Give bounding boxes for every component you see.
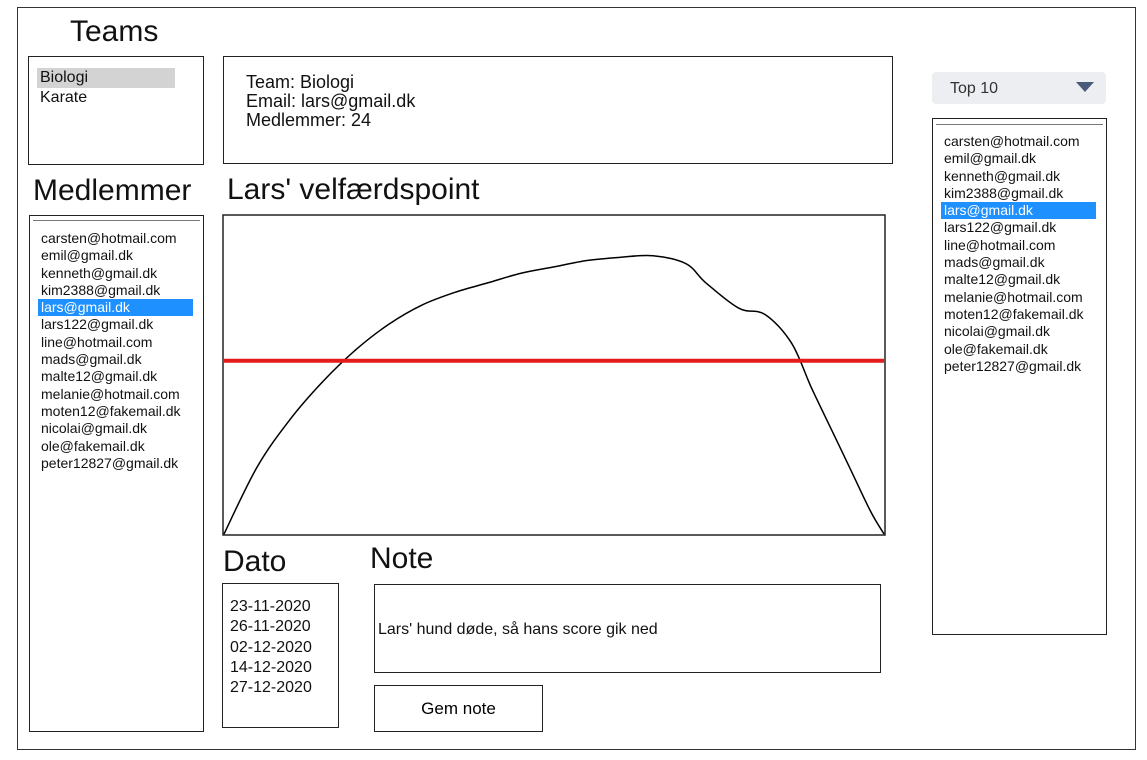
date-list-item[interactable]: 27-12-2020 xyxy=(230,678,338,698)
member-list-item[interactable]: nicolai@gmail.dk xyxy=(38,420,193,437)
member-list-item[interactable]: lars@gmail.dk xyxy=(38,299,193,317)
chart-border xyxy=(222,214,886,536)
top-list-item[interactable]: peter12827@gmail.dk xyxy=(941,358,1096,375)
list-divider xyxy=(936,124,1103,125)
note-textarea[interactable]: Lars' hund døde, så hans score gik ned xyxy=(374,584,881,673)
top-list-item[interactable]: lars@gmail.dk xyxy=(941,202,1096,220)
member-list-item[interactable]: melanie@hotmail.com xyxy=(38,386,193,403)
top-list-item[interactable]: kenneth@gmail.dk xyxy=(941,168,1096,185)
top-list-item[interactable]: emil@gmail.dk xyxy=(941,150,1096,167)
dates-list[interactable]: 23-11-2020 26-11-2020 02-12-2020 14-12-2020… xyxy=(222,583,339,728)
member-list-item[interactable]: carsten@hotmail.com xyxy=(38,230,193,247)
team-item-karate[interactable]: Karate xyxy=(37,88,175,108)
members-list[interactable]: carsten@hotmail.com emil@gmail.dk kenneth@… xyxy=(29,215,204,732)
welfare-chart xyxy=(222,214,886,536)
team-item-biologi[interactable]: Biologi xyxy=(37,68,175,88)
top-list-item[interactable]: melanie@hotmail.com xyxy=(941,289,1096,306)
date-list-item[interactable]: 02-12-2020 xyxy=(230,638,338,658)
top-list-item[interactable]: malte12@gmail.dk xyxy=(941,271,1096,288)
note-text: Lars' hund døde, så hans score gik ned xyxy=(378,621,658,638)
save-note-button[interactable]: Gem note xyxy=(374,685,543,732)
member-list-item[interactable]: mads@gmail.dk xyxy=(38,351,193,368)
teams-heading: Teams xyxy=(70,15,159,48)
top-list-item[interactable]: nicolai@gmail.dk xyxy=(941,323,1096,340)
member-list-item[interactable]: peter12827@gmail.dk xyxy=(38,455,193,472)
member-list-item[interactable]: moten12@fakemail.dk xyxy=(38,403,193,420)
top-list-item[interactable]: line@hotmail.com xyxy=(941,237,1096,254)
dates-heading: Dato xyxy=(223,545,287,578)
member-list-item[interactable]: kenneth@gmail.dk xyxy=(38,265,193,282)
member-list-item[interactable]: malte12@gmail.dk xyxy=(38,368,193,385)
top-list[interactable]: carsten@hotmail.com emil@gmail.dk kenneth@… xyxy=(932,118,1107,635)
team-name-text: Team: Biologi xyxy=(246,72,355,92)
chart-title: Lars' velfærdspoint xyxy=(227,173,480,206)
top-dropdown-value: Top 10 xyxy=(950,80,999,97)
member-list-item[interactable]: lars122@gmail.dk xyxy=(38,316,193,333)
list-divider xyxy=(33,220,200,221)
member-list-item[interactable]: emil@gmail.dk xyxy=(38,247,193,264)
team-members-count: Medlemmer: 24 xyxy=(246,110,372,130)
top-list-item[interactable]: mads@gmail.dk xyxy=(941,254,1096,271)
top-list-item[interactable]: kim2388@gmail.dk xyxy=(941,185,1096,202)
date-list-item[interactable]: 23-11-2020 xyxy=(230,597,338,617)
date-list-item[interactable]: 26-11-2020 xyxy=(230,617,338,637)
top-dropdown[interactable]: Top 10 xyxy=(932,72,1106,104)
date-list-item[interactable]: 14-12-2020 xyxy=(230,658,338,678)
top-list-item[interactable]: moten12@fakemail.dk xyxy=(941,306,1096,323)
member-list-item[interactable]: line@hotmail.com xyxy=(38,334,193,351)
chevron-down-icon xyxy=(1076,82,1094,92)
member-list-item[interactable]: ole@fakemail.dk xyxy=(38,438,193,455)
note-heading: Note xyxy=(370,542,434,575)
top-list-item[interactable]: carsten@hotmail.com xyxy=(941,133,1096,150)
member-list-item[interactable]: kim2388@gmail.dk xyxy=(38,282,193,299)
teams-list[interactable]: Biologi Karate xyxy=(28,56,204,165)
team-email-text: Email: lars@gmail.dk xyxy=(246,91,416,111)
team-info-panel: Team: Biologi Email: lars@gmail.dk Medle… xyxy=(223,56,893,164)
top-list-item[interactable]: ole@fakemail.dk xyxy=(941,341,1096,358)
top-list-item[interactable]: lars122@gmail.dk xyxy=(941,219,1096,236)
members-heading: Medlemmer xyxy=(33,174,192,207)
